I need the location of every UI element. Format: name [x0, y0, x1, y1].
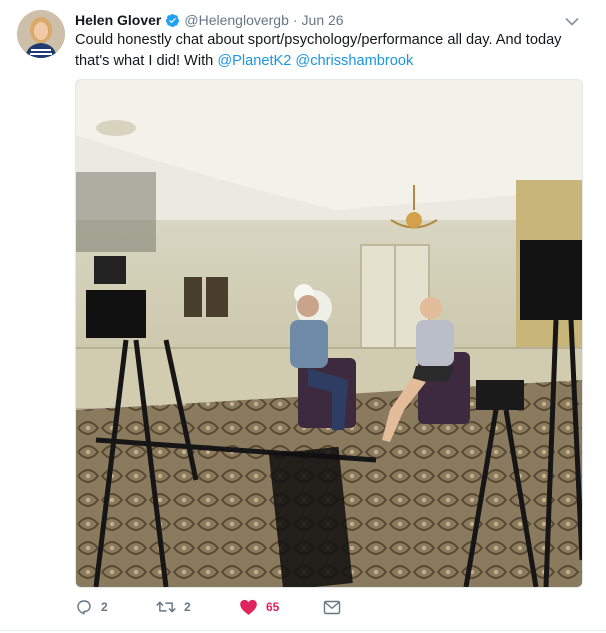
- reply-icon: [77, 600, 91, 615]
- tweet-header: Helen Glover @Helenglovergb · Jun 26: [75, 10, 344, 30]
- tweet-divider: [0, 630, 606, 631]
- avatar-image: [17, 10, 65, 58]
- like-button[interactable]: 65: [239, 596, 323, 618]
- retweet-icon: [156, 601, 176, 613]
- tweet-menu-button[interactable]: [562, 12, 582, 32]
- interview-photo: [76, 80, 582, 587]
- tweet-actions: 2 2 65: [75, 596, 353, 618]
- mention-link-planetk2[interactable]: @PlanetK2: [217, 53, 291, 69]
- tweet-photo[interactable]: [75, 79, 583, 588]
- envelope-icon: [323, 600, 341, 614]
- retweet-count: 2: [184, 600, 191, 614]
- direct-message-button[interactable]: [323, 596, 353, 618]
- tweet[interactable]: Helen Glover @Helenglovergb · Jun 26 Cou…: [0, 0, 606, 633]
- like-count: 65: [266, 600, 280, 614]
- retweet-button[interactable]: 2: [156, 596, 239, 618]
- tweet-date[interactable]: Jun 26: [302, 12, 344, 28]
- mention-link-chrisshambrook[interactable]: @chrisshambrook: [295, 53, 413, 69]
- avatar[interactable]: [17, 10, 65, 58]
- header-separator: ·: [292, 12, 298, 28]
- reply-button[interactable]: 2: [75, 596, 156, 618]
- tweet-text: Could honestly chat about sport/psycholo…: [75, 30, 575, 72]
- author-handle[interactable]: @Helenglovergb: [184, 12, 289, 28]
- reply-count: 2: [101, 600, 108, 614]
- verified-badge-icon: [166, 13, 180, 27]
- heart-icon: [240, 599, 257, 615]
- author-name[interactable]: Helen Glover: [75, 12, 161, 28]
- chevron-down-icon: [565, 18, 579, 26]
